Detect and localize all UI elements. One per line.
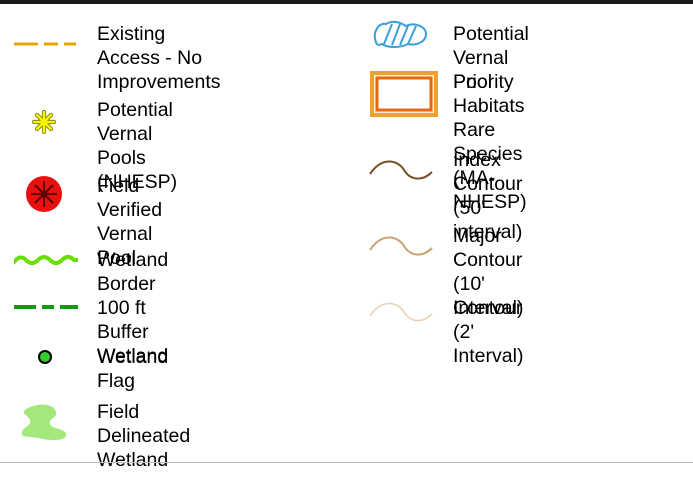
bottom-divider <box>0 462 693 463</box>
legend-label: Wetland Border <box>97 249 169 295</box>
yellow-asterisk-icon <box>32 110 56 134</box>
dark-brown-curve-icon <box>369 160 433 180</box>
red-asterisk-circle-icon <box>26 176 62 212</box>
green-wavy-line-icon <box>14 255 78 265</box>
legend-label: Contour (2' Interval) <box>453 297 524 367</box>
blue-hatched-pool-icon <box>373 20 428 48</box>
green-dashed-line-icon <box>14 305 78 309</box>
dashed-yellow-line-icon <box>14 42 76 46</box>
light-tan-curve-icon <box>369 302 433 322</box>
green-dot-icon <box>38 350 52 364</box>
orange-rectangle-icon <box>370 71 438 117</box>
legend-label: Wetland Flag <box>97 346 169 392</box>
light-green-blob-icon <box>21 404 67 440</box>
map-legend: Existing Access - No Improvements Potent… <box>0 0 693 481</box>
tan-curve-icon <box>369 236 433 256</box>
legend-label: Existing Access - No Improvements <box>97 23 221 93</box>
